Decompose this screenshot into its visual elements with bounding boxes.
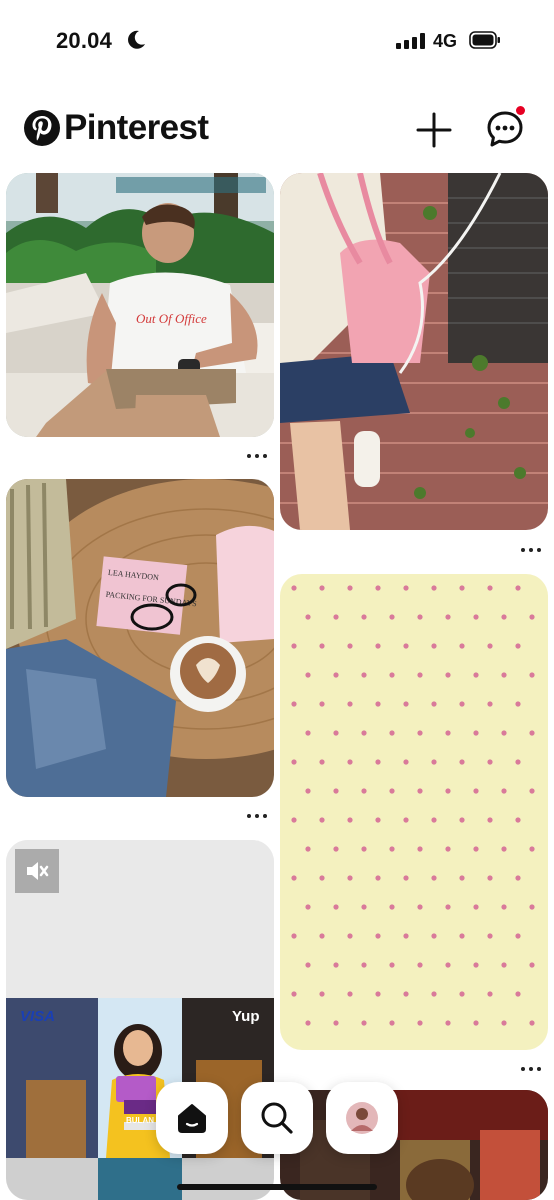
- battery-icon: [469, 31, 500, 49]
- plus-icon[interactable]: [414, 110, 454, 150]
- ad-brand-right: Yup: [232, 1008, 260, 1025]
- nav-home-button[interactable]: [156, 1082, 228, 1154]
- notification-dot: [516, 106, 525, 115]
- pin-more-button[interactable]: [518, 543, 544, 557]
- pin-image: [280, 173, 548, 530]
- speaker-muted-icon[interactable]: [15, 849, 59, 893]
- nav-search-button[interactable]: [241, 1082, 313, 1154]
- search-icon: [261, 1102, 293, 1134]
- bottom-nav: [0, 1080, 554, 1200]
- pinterest-logo-icon[interactable]: [24, 110, 60, 146]
- avatar: [346, 1102, 378, 1134]
- pin-more-button[interactable]: [244, 809, 270, 823]
- pin-polka-dot-wallpaper[interactable]: [280, 574, 548, 1050]
- home-icon: [178, 1104, 206, 1133]
- ad-brand-left: VISA: [20, 1008, 56, 1025]
- pin-pink-backpack[interactable]: [280, 173, 548, 530]
- pin-image: Out Of Office: [6, 173, 274, 437]
- pin-book-coffee[interactable]: LEA HAYDON PACKING FOR SUNDAYS: [6, 479, 274, 797]
- status-time: 20.04: [56, 28, 113, 53]
- pin-man-out-of-office[interactable]: Out Of Office: [6, 173, 274, 437]
- pin-image: [280, 574, 548, 1050]
- signal-bars-icon: [396, 33, 425, 49]
- pin-image: LEA HAYDON PACKING FOR SUNDAYS: [6, 479, 274, 797]
- app-header: Pinterest: [0, 100, 554, 160]
- pin-more-button[interactable]: [518, 1062, 544, 1076]
- status-bar: 20.04 4G: [0, 0, 554, 84]
- shirt-text: Out Of Office: [136, 311, 207, 326]
- brand-name: Pinterest: [64, 108, 209, 147]
- moon-icon: [128, 30, 145, 49]
- pin-more-button[interactable]: [244, 449, 270, 463]
- nav-profile-button[interactable]: [326, 1082, 398, 1154]
- network-type: 4G: [433, 31, 458, 51]
- home-indicator: [177, 1184, 377, 1190]
